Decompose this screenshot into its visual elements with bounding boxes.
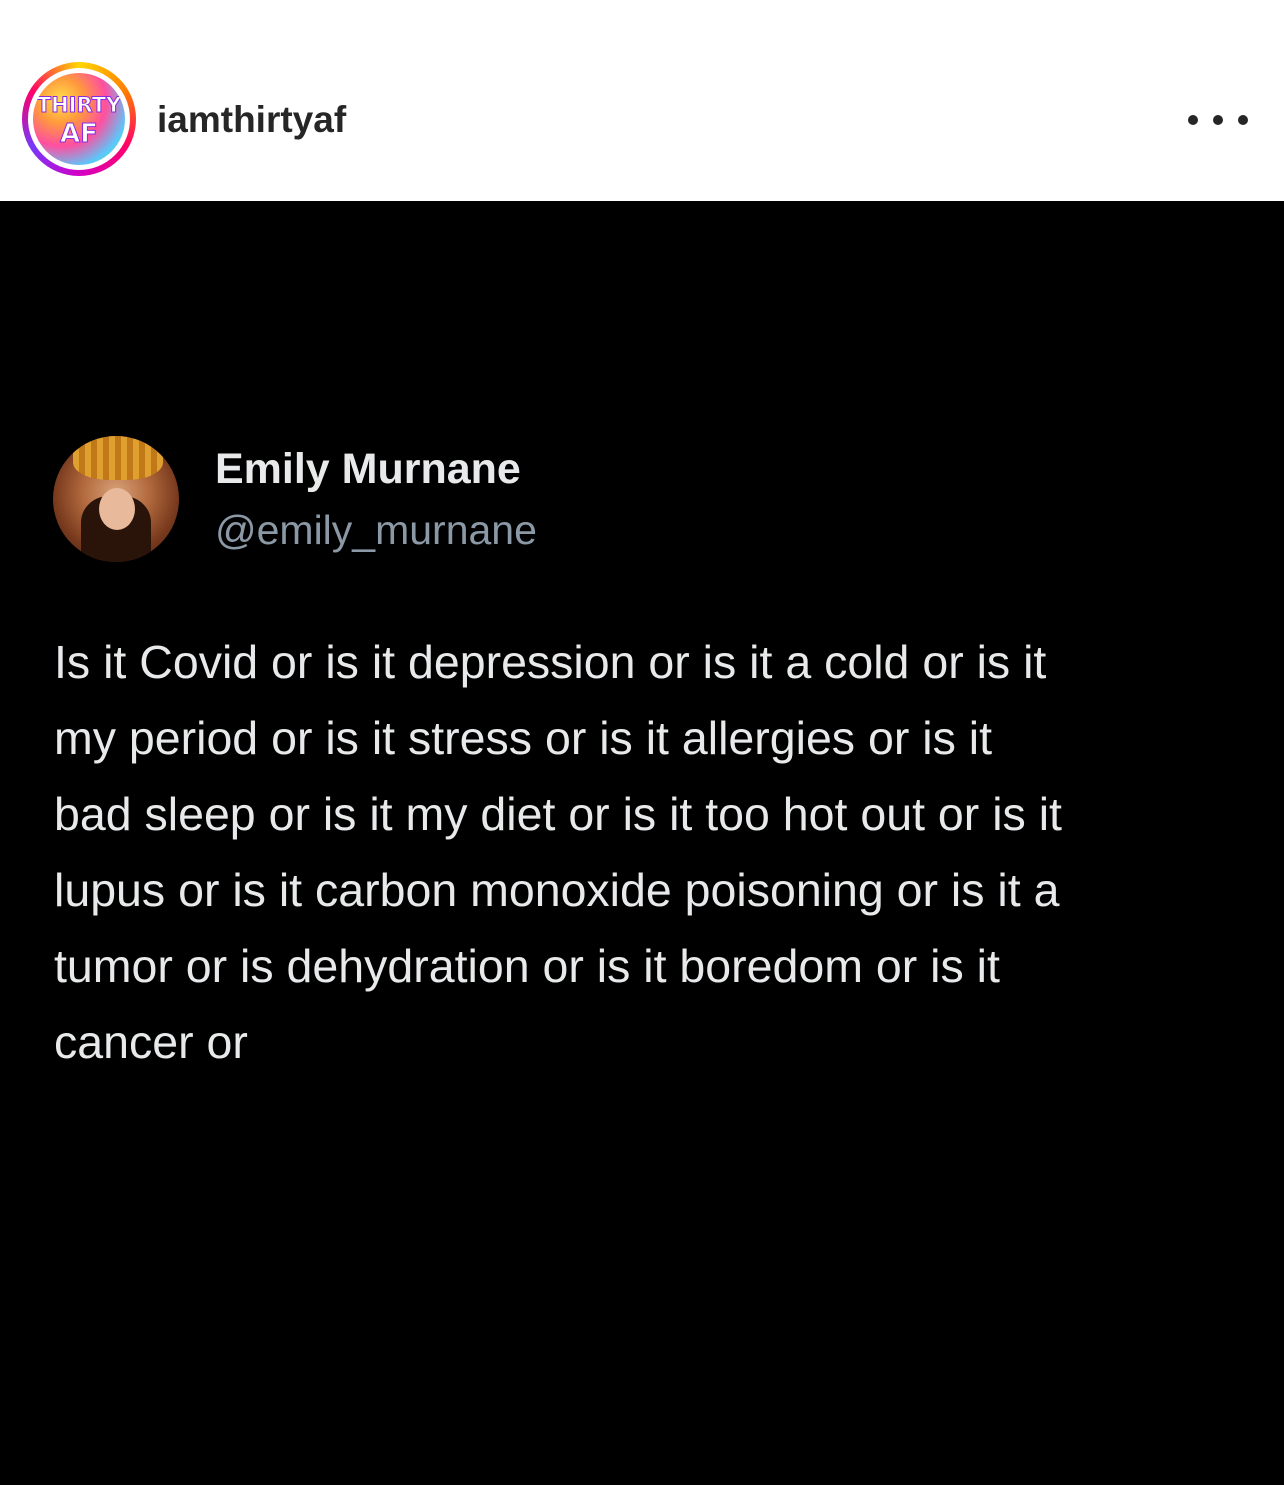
tweet-text-line: Is it Covid or is it depression or is it… bbox=[54, 636, 1047, 688]
more-horizontal-icon-dot bbox=[1213, 115, 1223, 125]
tweet-text-line: cancer or bbox=[54, 1016, 248, 1068]
thirty-af-logo: THIRTY AF bbox=[33, 73, 125, 165]
logo-text-top: THIRTY bbox=[36, 93, 122, 118]
more-options-button[interactable] bbox=[1188, 100, 1248, 140]
tweet-text-line: bad sleep or is it my diet or is it too … bbox=[54, 788, 1062, 840]
avatar-shirt bbox=[73, 436, 163, 480]
tweet-author-avatar bbox=[53, 436, 179, 562]
logo-text-bottom: AF bbox=[60, 119, 99, 150]
tweet-handle: @emily_murnane bbox=[215, 507, 537, 553]
avatar-inner: THIRTY AF bbox=[28, 68, 130, 170]
more-horizontal-icon-dot bbox=[1238, 115, 1248, 125]
post-header: THIRTY AF iamthirtyaf bbox=[0, 0, 1284, 201]
tweet-display-name: Emily Murnane bbox=[215, 445, 521, 493]
tweet-text-line: lupus or is it carbon monoxide poisoning… bbox=[54, 864, 1060, 916]
tweet-text: Is it Covid or is it depression or is it… bbox=[54, 624, 1254, 1080]
avatar-face bbox=[99, 488, 135, 530]
tweet-text-line: tumor or is dehydration or is it boredom… bbox=[54, 940, 1000, 992]
tweet-text-line: my period or is it stress or is it aller… bbox=[54, 712, 992, 764]
profile-avatar[interactable]: THIRTY AF bbox=[22, 62, 136, 176]
post-username[interactable]: iamthirtyaf bbox=[157, 98, 346, 142]
more-horizontal-icon bbox=[1188, 115, 1198, 125]
